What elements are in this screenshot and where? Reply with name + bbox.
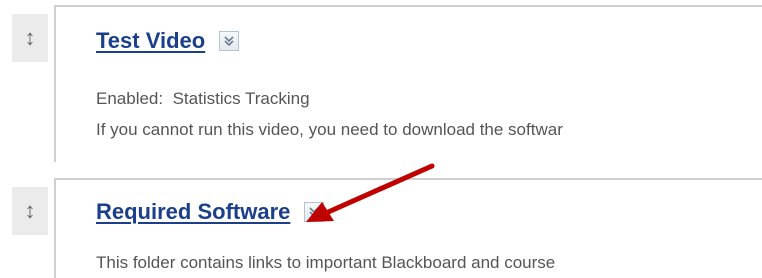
double-chevron-down-icon	[309, 207, 319, 218]
content-area: ↕ Test Video Enabled: Statistics Trackin…	[0, 0, 762, 278]
item-enabled-status: Enabled: Statistics Tracking	[96, 89, 310, 109]
item-menu-button[interactable]	[219, 31, 240, 51]
content-item-test-video: Test Video Enabled: Statistics Tracking …	[54, 5, 762, 162]
double-chevron-down-icon	[224, 36, 234, 47]
item-title-row: Test Video	[96, 28, 240, 54]
item-menu-button[interactable]	[304, 202, 325, 222]
item-description: If you cannot run this video, you need t…	[96, 120, 563, 139]
enabled-value: Statistics Tracking	[172, 89, 310, 108]
content-item-required-software: Required Software This folder contains l…	[54, 178, 762, 278]
enabled-label: Enabled:	[96, 89, 164, 108]
drag-handle-icon[interactable]: ↕	[12, 14, 48, 62]
item-description: This folder contains links to important …	[96, 253, 556, 272]
drag-handle-icon[interactable]: ↕	[12, 187, 48, 235]
item-title-link[interactable]: Test Video	[96, 28, 205, 54]
item-title-link[interactable]: Required Software	[96, 199, 290, 225]
item-title-row: Required Software	[96, 199, 325, 225]
